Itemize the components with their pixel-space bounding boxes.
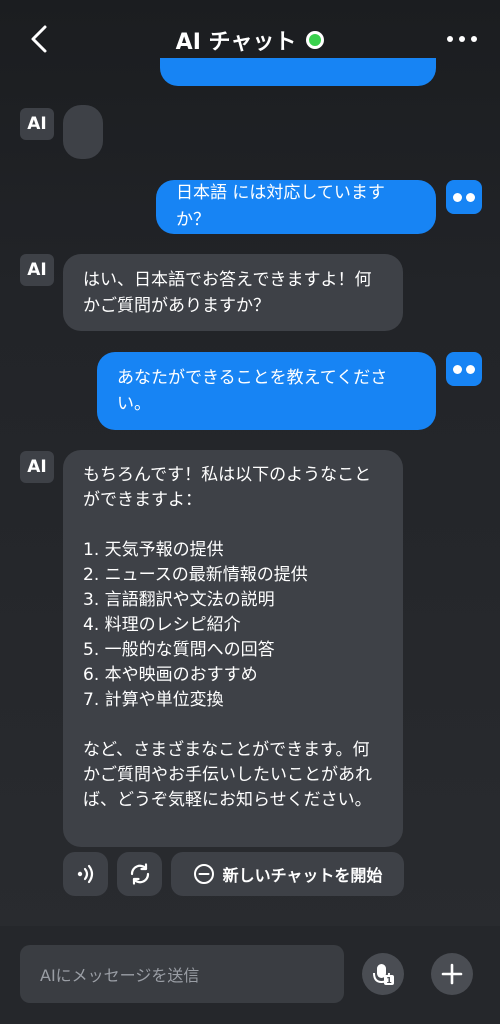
list-item: 3. 言語翻訳や文法の説明 <box>83 590 275 610</box>
title-group: AI チャット <box>0 24 500 56</box>
online-status-icon <box>306 31 325 49</box>
add-button[interactable] <box>431 953 473 995</box>
avatar-eye-icon <box>453 364 462 374</box>
message-text: あなたができることを教えてください。 <box>117 368 388 414</box>
ai-avatar: AI <box>20 451 54 483</box>
message-outro: など、さまざまなことができます。何かご質問やお手伝いしたいことがあれば、どうぞ気… <box>83 740 372 810</box>
ai-avatar: AI <box>20 108 54 140</box>
more-dots-icon <box>447 36 477 42</box>
avatar-eye-icon <box>453 192 462 202</box>
list-item: 6. 本や映画のおすすめ <box>83 665 258 685</box>
ai-message-bubble-empty <box>63 105 103 159</box>
svg-text:1: 1 <box>386 976 392 985</box>
user-message-bubble: 日本語 には対応していますか？ <box>156 180 436 234</box>
message-text: はい、日本語でお答えできますよ！何かご質問がありますか？ <box>83 270 372 316</box>
plus-icon <box>441 963 463 985</box>
regenerate-button[interactable] <box>117 852 162 896</box>
user-message-bubble: あなたができることを教えてください。 <box>97 352 436 430</box>
new-chat-label: 新しいチャットを開始 <box>222 866 383 885</box>
ai-message-bubble: もちろんです！私は以下のようなことができますよ： 1. 天気予報の提供 2. ニ… <box>63 450 403 847</box>
list-item: 5. 一般的な質問への回答 <box>83 640 275 660</box>
ai-avatar: AI <box>20 254 54 286</box>
ai-message-bubble: はい、日本語でお答えできますよ！何かご質問がありますか？ <box>63 254 403 331</box>
voice-input-icon: 1 <box>373 964 394 985</box>
message-text: 日本語 には対応していますか？ <box>176 183 385 230</box>
minus-circle-icon <box>193 864 214 884</box>
user-message-bubble-partial <box>160 58 436 86</box>
speak-button[interactable] <box>63 852 108 896</box>
message-intro: もちろんです！私は以下のようなことができますよ： <box>83 465 372 510</box>
list-item: 1. 天気予報の提供 <box>83 540 224 560</box>
user-avatar <box>446 180 482 214</box>
message-list: 1. 天気予報の提供 2. ニュースの最新情報の提供 3. 言語翻訳や文法の説明… <box>83 538 383 713</box>
message-input-placeholder: AIにメッセージを送信 <box>40 966 200 985</box>
message-input[interactable]: AIにメッセージを送信 <box>20 945 344 1003</box>
avatar-eye-icon <box>466 192 475 202</box>
more-button[interactable] <box>444 24 480 54</box>
user-avatar <box>446 352 482 386</box>
list-item: 2. ニュースの最新情報の提供 <box>83 565 308 585</box>
speaker-icon <box>77 864 93 884</box>
avatar-eye-icon <box>466 364 475 374</box>
list-item: 7. 計算や単位変換 <box>83 690 224 710</box>
voice-input-button[interactable]: 1 <box>362 953 404 995</box>
list-item: 4. 料理のレシピ紹介 <box>83 615 241 635</box>
refresh-icon <box>130 863 149 885</box>
new-chat-button[interactable]: 新しいチャットを開始 <box>171 852 404 896</box>
page-title: AI チャット <box>175 30 297 55</box>
